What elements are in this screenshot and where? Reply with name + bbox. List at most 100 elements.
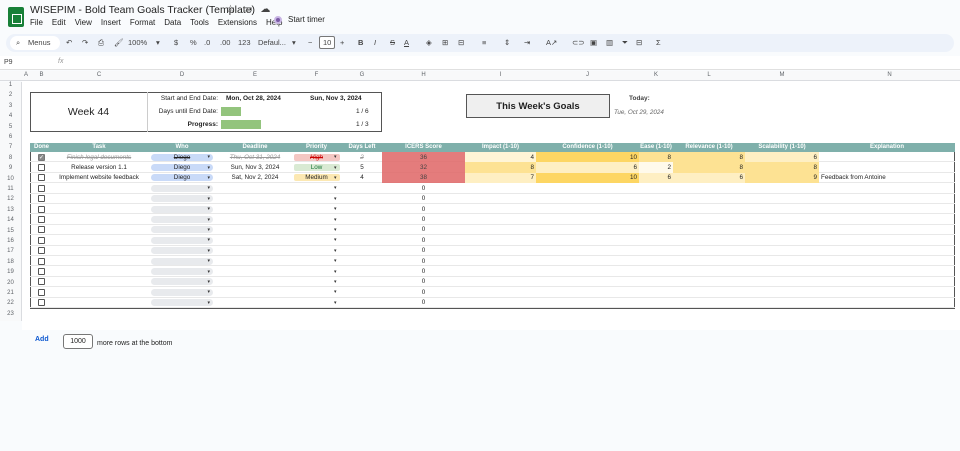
priority-dropdown[interactable]: ▾ [294,299,340,306]
priority-dropdown[interactable]: Low ▾ [293,164,340,172]
menu-extensions[interactable]: Extensions [218,18,257,27]
priority-dropdown[interactable]: ▾ [294,216,340,223]
functions-icon[interactable]: Σ [656,38,661,47]
sheets-logo-icon[interactable] [8,7,24,27]
row-header[interactable]: 1 [0,82,22,93]
priority-dropdown[interactable]: Medium ▾ [293,174,340,182]
font-size-decrease-button[interactable]: − [308,38,312,47]
print-icon[interactable]: ⎙ [98,38,104,48]
done-checkbox[interactable] [38,299,45,307]
row-header[interactable]: 22 [0,300,22,311]
column-header-b[interactable]: B [30,72,53,78]
insert-comment-icon[interactable]: ▣ [590,38,597,47]
who-dropdown[interactable]: ▾ [151,236,213,244]
row-header[interactable]: 23 [0,310,22,322]
font-dropdown-icon[interactable]: ▾ [292,38,296,47]
column-header-d[interactable]: D [145,72,219,78]
priority-dropdown[interactable]: ▾ [294,206,340,213]
who-dropdown[interactable]: ▾ [151,299,213,307]
row-header[interactable]: 18 [0,258,22,270]
start-timer-button[interactable]: Start timer [274,15,325,24]
column-header-m[interactable]: M [745,72,819,78]
priority-dropdown[interactable]: ▾ [294,247,340,254]
rows-count-input[interactable]: 1000 [63,334,93,349]
row-header[interactable]: 7 [0,144,22,155]
filter-icon[interactable]: ⏷ [622,38,628,48]
priority-dropdown[interactable]: ▾ [294,237,340,244]
menu-tools[interactable]: Tools [190,18,209,27]
insert-link-icon[interactable]: ⊂⊃ [572,38,585,47]
menu-format[interactable]: Format [130,18,155,27]
who-dropdown[interactable]: ▾ [151,268,213,276]
row-header[interactable]: 12 [0,196,22,207]
who-dropdown[interactable]: Diego ▾ [151,174,213,182]
font-select[interactable]: Defaul... [258,38,286,47]
move-folder-icon[interactable]: ▭ [243,4,252,15]
priority-dropdown[interactable]: ▾ [294,195,340,202]
italic-icon[interactable]: I [374,38,376,47]
done-checkbox[interactable] [38,226,45,234]
zoom-select[interactable]: 100% [128,38,147,47]
decrease-decimal-button[interactable]: .0 [204,38,210,47]
priority-dropdown[interactable]: ▾ [294,268,340,275]
done-checkbox[interactable] [38,184,45,192]
add-rows-button[interactable]: Add [35,336,49,343]
who-dropdown[interactable]: ▾ [151,216,213,224]
merge-cells-icon[interactable]: ⊟ [458,38,464,47]
who-dropdown[interactable]: ▾ [151,288,213,296]
priority-dropdown[interactable]: ▾ [294,185,340,192]
column-header-h[interactable]: H [382,72,465,78]
row-header[interactable]: 8 [0,154,22,166]
strikethrough-icon[interactable]: S [390,38,395,47]
bold-icon[interactable]: B [358,38,363,47]
text-rotation-icon[interactable]: A↗ [546,38,557,47]
column-header-c[interactable]: C [53,72,145,78]
more-formats-button[interactable]: 123 [238,38,251,47]
priority-dropdown[interactable]: ▾ [294,278,340,285]
row-header[interactable]: 13 [0,206,22,218]
increase-decimal-button[interactable]: .00 [220,38,230,47]
column-header-l[interactable]: L [673,72,745,78]
who-dropdown[interactable]: ▾ [151,257,213,265]
column-header-n[interactable]: N [819,72,960,78]
who-dropdown[interactable]: Diego ▾ [151,153,213,161]
row-header[interactable]: 3 [0,102,22,114]
row-header[interactable]: 14 [0,217,22,228]
column-header-k[interactable]: K [639,72,673,78]
done-checkbox[interactable] [38,174,45,182]
fill-color-icon[interactable]: ◈ [426,38,432,47]
row-header[interactable]: 5 [0,123,22,134]
undo-icon[interactable]: ↶ [66,38,72,47]
star-icon[interactable]: ☆ [226,4,235,15]
who-dropdown[interactable]: ▾ [151,205,213,213]
column-header-f[interactable]: F [291,72,342,78]
menu-data[interactable]: Data [164,18,181,27]
percent-format-button[interactable]: % [190,38,197,47]
menu-insert[interactable]: Insert [101,18,121,27]
vertical-align-icon[interactable]: ⇕ [504,38,510,47]
text-color-icon[interactable]: A [404,38,409,47]
who-dropdown[interactable]: ▾ [151,195,213,203]
row-header[interactable]: 9 [0,165,22,176]
priority-dropdown[interactable]: ▾ [294,226,340,233]
done-checkbox[interactable] [38,268,45,276]
row-header[interactable]: 10 [0,175,22,186]
paint-format-icon[interactable]: 🖌 [114,38,124,47]
column-header-a[interactable]: A [22,72,30,78]
row-header[interactable]: 6 [0,134,22,145]
borders-icon[interactable]: ⊞ [442,38,448,47]
done-checkbox[interactable] [38,236,45,244]
done-checkbox[interactable]: ✓ [38,153,45,161]
done-checkbox[interactable] [38,164,45,172]
document-title[interactable]: WISEPIM - Bold Team Goals Tracker (Templ… [30,4,255,16]
row-header[interactable]: 4 [0,113,22,124]
row-header[interactable]: 21 [0,290,22,301]
column-header-i[interactable]: I [465,72,536,78]
priority-dropdown[interactable]: ▾ [294,289,340,296]
filter-views-icon[interactable]: ⊟ [636,38,642,47]
row-header[interactable]: 15 [0,227,22,238]
insert-chart-icon[interactable]: ▥ [606,38,613,47]
menu-view[interactable]: View [75,18,92,27]
row-header[interactable]: 16 [0,238,22,249]
column-header-j[interactable]: J [536,72,639,78]
